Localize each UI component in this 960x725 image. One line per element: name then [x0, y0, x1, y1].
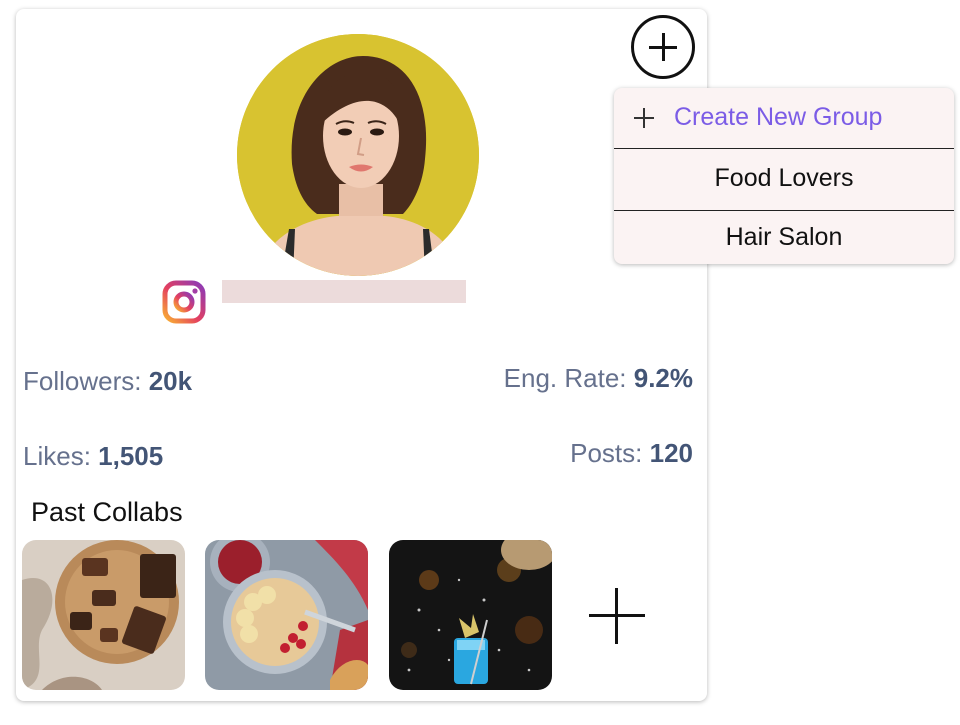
add-to-group-button[interactable]: [631, 15, 695, 79]
likes-label: Likes:: [23, 441, 99, 471]
collab-thumb-chocolate[interactable]: [22, 540, 185, 690]
group-item-food-lovers[interactable]: Food Lovers: [614, 149, 954, 211]
posts-label: Posts:: [570, 438, 650, 468]
group-dropdown-menu: Create New Group Food Lovers Hair Salon: [614, 88, 954, 264]
posts-value: 120: [649, 438, 693, 468]
eng-rate-value: 9.2%: [633, 363, 693, 393]
past-collabs-title: Past Collabs: [31, 497, 183, 527]
posts-stat: Posts: 120: [570, 438, 693, 469]
followers-value: 20k: [148, 366, 193, 396]
eng-rate-label: Eng. Rate:: [503, 363, 634, 393]
group-item-label: Food Lovers: [714, 164, 854, 192]
plus-icon: [634, 108, 654, 128]
likes-stat: Likes: 1,505: [23, 441, 163, 472]
followers-stat: Followers: 20k: [23, 366, 192, 397]
instagram-icon: [162, 280, 206, 324]
influencer-card: Followers: 20k Eng. Rate: 9.2% Likes: 1,…: [16, 9, 707, 701]
collab-thumb-cocktail[interactable]: [389, 540, 552, 690]
likes-value: 1,505: [98, 441, 164, 471]
eng-rate-stat: Eng. Rate: 9.2%: [504, 363, 693, 394]
profile-avatar: [237, 34, 479, 276]
create-new-group-item[interactable]: Create New Group: [614, 88, 954, 149]
group-item-hair-salon[interactable]: Hair Salon: [614, 212, 954, 264]
followers-label: Followers:: [23, 366, 149, 396]
add-collab-button[interactable]: [589, 588, 645, 644]
username-placeholder: [222, 280, 466, 303]
collab-thumb-oatmeal[interactable]: [205, 540, 368, 690]
create-new-group-label: Create New Group: [674, 103, 883, 131]
group-item-label: Hair Salon: [725, 223, 843, 251]
